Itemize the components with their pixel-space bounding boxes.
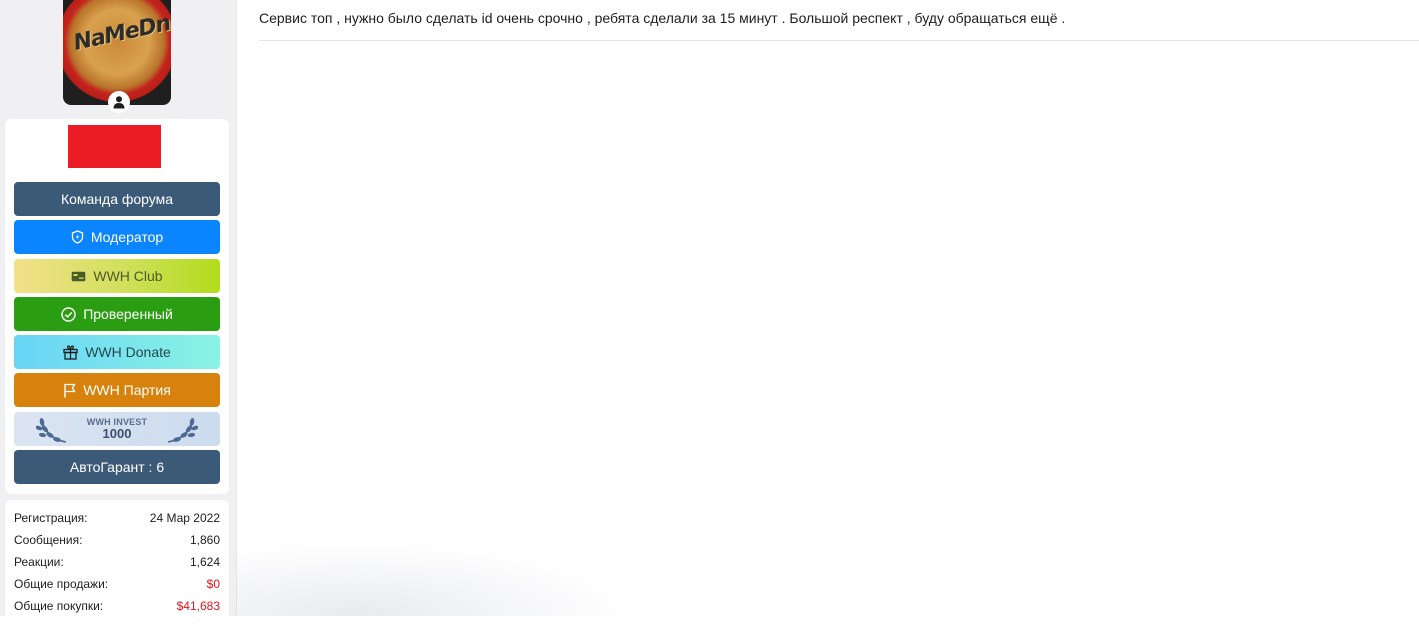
- laurel-right-icon: [164, 416, 198, 444]
- badge-label: Команда форума: [60, 191, 174, 207]
- stat-value[interactable]: 1,860: [190, 533, 220, 547]
- badge-wwh-party[interactable]: WWH Партия: [14, 373, 220, 407]
- stat-reactions: Реакции: 1,624: [14, 552, 220, 572]
- badge-forum-team[interactable]: Команда форума: [14, 182, 220, 216]
- card-icon: [71, 271, 86, 282]
- shield-bolt-icon: [71, 230, 84, 244]
- stat-value: $0: [206, 577, 220, 591]
- badge-moderator[interactable]: Модератор: [14, 220, 220, 254]
- country-flag: [68, 125, 161, 168]
- badge-wwh-club[interactable]: WWH Club: [14, 259, 220, 293]
- user-sidebar: NaMeDni Команда форума Модератор WWH Clu…: [0, 0, 237, 630]
- stat-label: Сообщения:: [14, 533, 83, 547]
- badge-wwh-invest[interactable]: WWH INVEST 1000: [14, 412, 220, 446]
- badge-label: WWH Партия: [83, 382, 171, 398]
- bottom-shadow: [237, 540, 637, 616]
- user-stats-card: Регистрация: 24 Мар 2022 Сообщения: 1,86…: [5, 500, 229, 630]
- stat-total-sales: Общие продажи: $0: [14, 574, 220, 594]
- badge-wwh-donate[interactable]: WWH Donate: [14, 335, 220, 369]
- badge-label: АвтоГарант : 6: [69, 459, 165, 475]
- stat-value: $41,683: [176, 599, 220, 613]
- laurel-left-icon: [36, 416, 70, 444]
- stat-label: Реакции:: [14, 555, 64, 569]
- stat-total-purchases: Общие покупки: $41,683: [14, 596, 220, 616]
- post-message-text: Сервис топ , нужно было сделать id очень…: [259, 10, 1066, 26]
- stat-label: Регистрация:: [14, 511, 88, 525]
- badge-auto-guarantee[interactable]: АвтоГарант : 6: [14, 450, 220, 484]
- flag-icon: [63, 383, 76, 398]
- user-status-icon: [108, 91, 130, 113]
- stat-label: Общие продажи:: [14, 577, 109, 591]
- stat-messages: Сообщения: 1,860: [14, 530, 220, 550]
- badge-label: Модератор: [90, 229, 164, 245]
- user-avatar[interactable]: NaMeDni: [63, 0, 171, 105]
- stat-registration: Регистрация: 24 Мар 2022: [14, 508, 220, 528]
- badge-verified[interactable]: Проверенный: [14, 297, 220, 331]
- stat-label: Общие покупки:: [14, 599, 104, 613]
- check-circle-icon: [61, 306, 76, 322]
- badge-label: Проверенный: [83, 306, 173, 322]
- post-divider: [259, 40, 1419, 41]
- invest-amount: 1000: [102, 426, 132, 441]
- badge-label: WWH Donate: [85, 344, 171, 360]
- badge-label: WWH Club: [93, 268, 163, 284]
- stat-value: 24 Мар 2022: [149, 511, 220, 525]
- gift-icon: [63, 344, 78, 360]
- user-badges-card: Команда форума Модератор WWH Club Провер…: [5, 119, 229, 494]
- stat-value: 1,624: [189, 555, 220, 569]
